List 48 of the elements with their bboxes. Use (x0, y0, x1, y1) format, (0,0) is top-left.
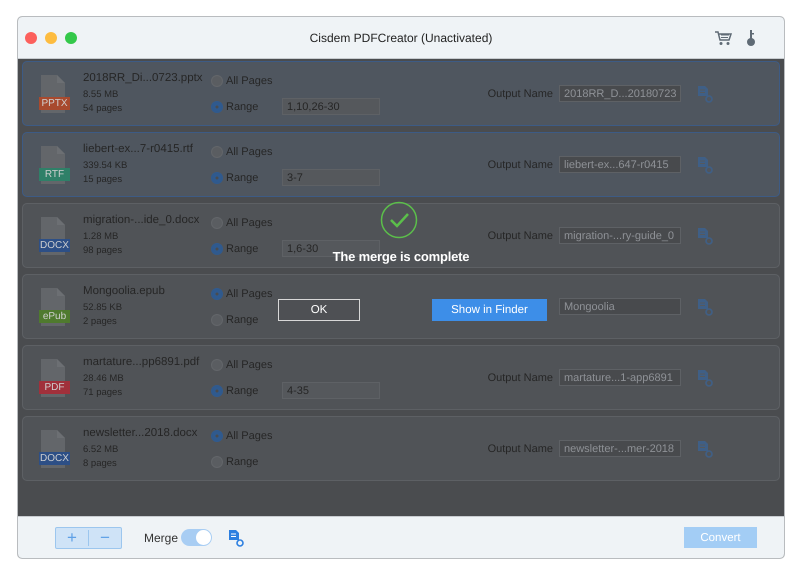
page-count: 15 pages (83, 172, 124, 186)
output-name-label: Output Name (488, 158, 553, 170)
key-icon[interactable] (746, 28, 756, 46)
merge-label: Merge (144, 530, 178, 544)
radio-label: All Pages (226, 74, 274, 86)
merge-toggle[interactable] (181, 529, 212, 546)
output-name-field[interactable]: martature...1-app6891 (559, 369, 681, 386)
window-title: Cisdem PDFCreator (Unactivated) (310, 30, 492, 44)
range-field[interactable]: 3-7 (282, 169, 380, 186)
radio-label: Range (226, 172, 260, 184)
radio-button[interactable] (211, 430, 223, 442)
file-type-label: PDF (39, 381, 70, 394)
file-size: 339.54 KB (83, 158, 128, 172)
radio-button[interactable] (211, 242, 223, 254)
add-button[interactable]: + (56, 528, 88, 548)
file-name: liebert-ex...7-r0415.rtf (83, 142, 194, 154)
radio-button[interactable] (211, 288, 223, 300)
output-name-field[interactable]: liebert-ex...647-r0415 (559, 156, 681, 173)
output-name-field[interactable]: newsletter-...mer-2018 (559, 440, 681, 457)
output-name-field[interactable]: migration-...ry-guide_0 (559, 227, 681, 244)
radio-label: All Pages (226, 146, 274, 158)
file-row[interactable]: PPTX 2018RR_Di...0723.pptx 8.55 MB 54 pages All Pages Range 1,10,26-30 Output Name 2018RR_D...20180723 (22, 61, 780, 126)
file-name: 2018RR_Di...0723.pptx (83, 72, 204, 84)
checkmark-circle-icon (380, 201, 418, 239)
file-type-label: DOCX (39, 452, 70, 465)
close-button[interactable] (25, 32, 37, 44)
file-row[interactable]: RTF liebert-ex...7-r0415.rtf 339.54 KB 15 pages All Pages Range 3-7 Output Name liebert-ex...647-r0415 (22, 132, 780, 197)
remove-button[interactable]: − (89, 528, 121, 548)
ok-button[interactable]: OK (278, 299, 360, 321)
minimize-button[interactable] (45, 32, 57, 44)
document-settings-icon[interactable] (228, 528, 244, 546)
file-type-label: DOCX (39, 239, 70, 252)
file-type-label: PPTX (39, 97, 70, 110)
cart-icon[interactable] (714, 30, 732, 46)
radio-button[interactable] (211, 100, 223, 112)
output-name-field[interactable]: Mongoolia (559, 298, 681, 315)
page-count: 54 pages (83, 102, 124, 116)
show-in-finder-button[interactable]: Show in Finder (432, 299, 547, 321)
radio-label: Range (226, 100, 260, 112)
zoom-button[interactable] (65, 32, 77, 44)
file-size: 8.55 MB (83, 88, 120, 102)
radio-button[interactable] (211, 172, 223, 184)
file-type-label: RTF (39, 168, 70, 181)
output-name-label: Output Name (488, 88, 553, 100)
file-type-label: ePub (39, 310, 70, 323)
radio-button[interactable] (211, 384, 223, 396)
output-name-field[interactable]: 2018RR_D...20180723 (559, 85, 681, 102)
range-field[interactable]: 1,10,26-30 (282, 98, 380, 115)
